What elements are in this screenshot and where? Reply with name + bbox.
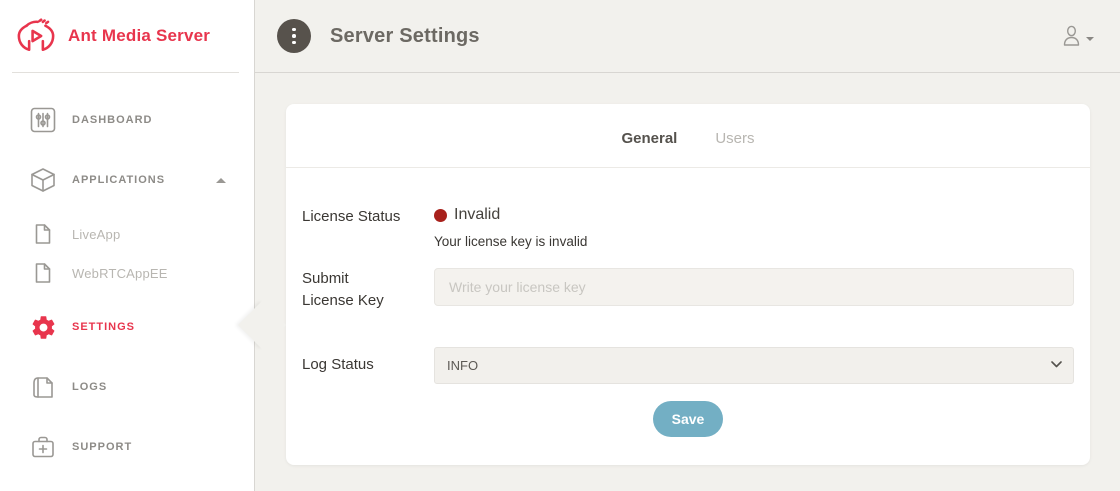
applications-icon: [24, 167, 62, 193]
tab-general[interactable]: General: [621, 130, 677, 147]
log-status-row: Log Status INFO: [302, 347, 1074, 384]
gear-icon: [24, 314, 62, 341]
license-status-description: Your license key is invalid: [434, 234, 1074, 249]
license-status-row: License Status Invalid Your license key …: [302, 206, 1074, 249]
chevron-down-icon: [1086, 37, 1094, 41]
sidebar-item-liveapp[interactable]: LiveApp: [0, 215, 254, 253]
logo-text: Ant Media Server: [68, 26, 210, 46]
kebab-menu-button[interactable]: [277, 19, 311, 53]
sidebar-item-logs[interactable]: LOGS: [0, 368, 254, 406]
user-icon: [1061, 25, 1082, 47]
user-menu-button[interactable]: [1061, 25, 1094, 47]
sidebar-item-label: DASHBOARD: [72, 114, 153, 126]
sidebar-item-label: SETTINGS: [72, 321, 135, 333]
settings-card: General Users License Status Invalid You…: [286, 104, 1090, 465]
sidebar: Ant Media Server DASHBOARD: [0, 0, 255, 491]
app-window: Ant Media Server DASHBOARD: [0, 0, 1120, 491]
dashboard-icon: [24, 107, 62, 133]
license-key-input[interactable]: [434, 268, 1074, 306]
file-icon: [24, 263, 62, 283]
sidebar-item-settings[interactable]: SETTINGS: [0, 308, 254, 346]
tab-bar: General Users: [286, 104, 1090, 168]
submit-license-key-label: Submit License Key: [302, 268, 397, 312]
support-icon: [24, 435, 62, 459]
sidebar-item-label: SUPPORT: [72, 441, 132, 453]
ant-media-logo-icon: [16, 18, 56, 54]
file-icon: [24, 224, 62, 244]
settings-form: License Status Invalid Your license key …: [286, 168, 1090, 437]
chevron-up-icon[interactable]: [216, 178, 226, 183]
topbar: Server Settings: [255, 0, 1120, 73]
license-status-text: Invalid: [454, 206, 500, 224]
main-area: Server Settings General Users: [255, 0, 1120, 491]
license-status-label: License Status: [302, 206, 434, 249]
content-area: General Users License Status Invalid You…: [255, 73, 1120, 491]
log-status-label: Log Status: [302, 354, 374, 376]
logo[interactable]: Ant Media Server: [0, 0, 254, 72]
sidebar-item-webrtcappee[interactable]: WebRTCAppEE: [0, 254, 254, 292]
logs-icon: [24, 375, 62, 399]
sidebar-item-label: LOGS: [72, 381, 107, 393]
save-button[interactable]: Save: [653, 401, 724, 437]
tab-users[interactable]: Users: [715, 130, 754, 147]
license-status-value: Invalid: [434, 206, 1074, 224]
sidebar-item-label: WebRTCAppEE: [72, 266, 168, 281]
submit-license-key-row: Submit License Key: [302, 268, 1074, 312]
sidebar-nav: DASHBOARD APPLICATIONS: [0, 73, 254, 466]
page-title: Server Settings: [330, 25, 480, 48]
sidebar-item-applications[interactable]: APPLICATIONS: [0, 161, 254, 199]
sidebar-item-support[interactable]: SUPPORT: [0, 428, 254, 466]
sidebar-item-label: APPLICATIONS: [72, 174, 165, 186]
sidebar-item-label: LiveApp: [72, 227, 120, 242]
sidebar-item-dashboard[interactable]: DASHBOARD: [0, 101, 254, 139]
log-status-select[interactable]: INFO: [434, 347, 1074, 384]
status-dot-icon: [434, 209, 447, 222]
kebab-menu-icon: [292, 28, 296, 32]
